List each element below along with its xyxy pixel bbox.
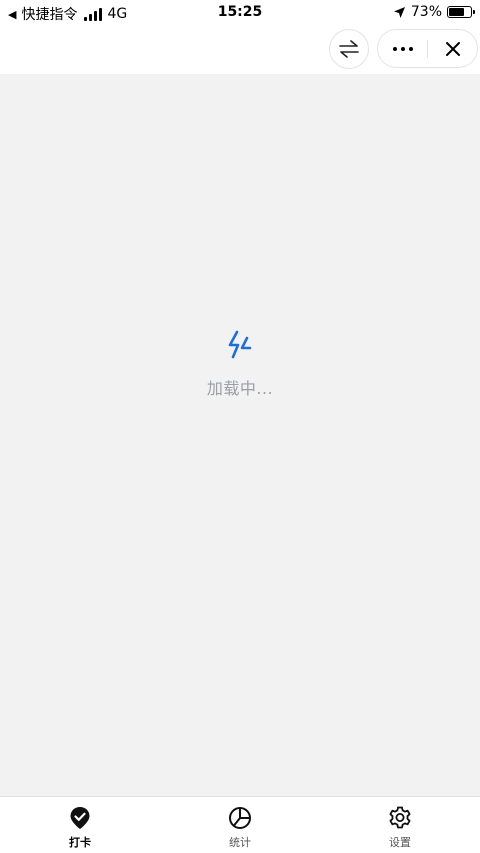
main-content: 加载中... <box>0 74 480 796</box>
pie-chart-icon <box>229 807 251 829</box>
tab-settings[interactable]: 设置 <box>320 797 480 853</box>
battery-percent: 73% <box>410 4 442 20</box>
tab-checkin[interactable]: 打卡 <box>0 797 160 853</box>
tab-label-statistics: 统计 <box>229 836 251 849</box>
loading-indicator: 加载中... <box>0 329 480 399</box>
lightning-bolt-icon <box>228 330 252 359</box>
close-button[interactable] <box>428 30 477 67</box>
more-button[interactable] <box>378 30 427 67</box>
switch-arrows-icon <box>339 40 359 58</box>
check-pin-icon <box>70 807 90 829</box>
loading-text: 加载中... <box>206 379 274 398</box>
switch-button[interactable] <box>329 29 369 69</box>
tab-bar: 打卡 统计 设置 <box>0 796 480 853</box>
nav-bar <box>0 26 480 74</box>
gear-icon <box>389 806 411 829</box>
tab-label-checkin: 打卡 <box>69 836 91 849</box>
battery-icon <box>447 6 475 18</box>
capsule-menu <box>377 29 478 68</box>
tab-label-settings: 设置 <box>389 836 411 849</box>
location-arrow-icon <box>393 6 405 18</box>
tab-statistics[interactable]: 统计 <box>160 797 320 853</box>
close-icon <box>445 41 460 56</box>
battery-level <box>449 8 465 16</box>
more-dots-icon <box>392 46 413 51</box>
app-screen: ◀ 快捷指令 4G 15:25 73% 加载中... 打卡 统计 设置 <box>0 0 480 853</box>
status-bar: ◀ 快捷指令 4G 15:25 73% <box>0 0 480 26</box>
status-right: 73% <box>393 4 475 20</box>
